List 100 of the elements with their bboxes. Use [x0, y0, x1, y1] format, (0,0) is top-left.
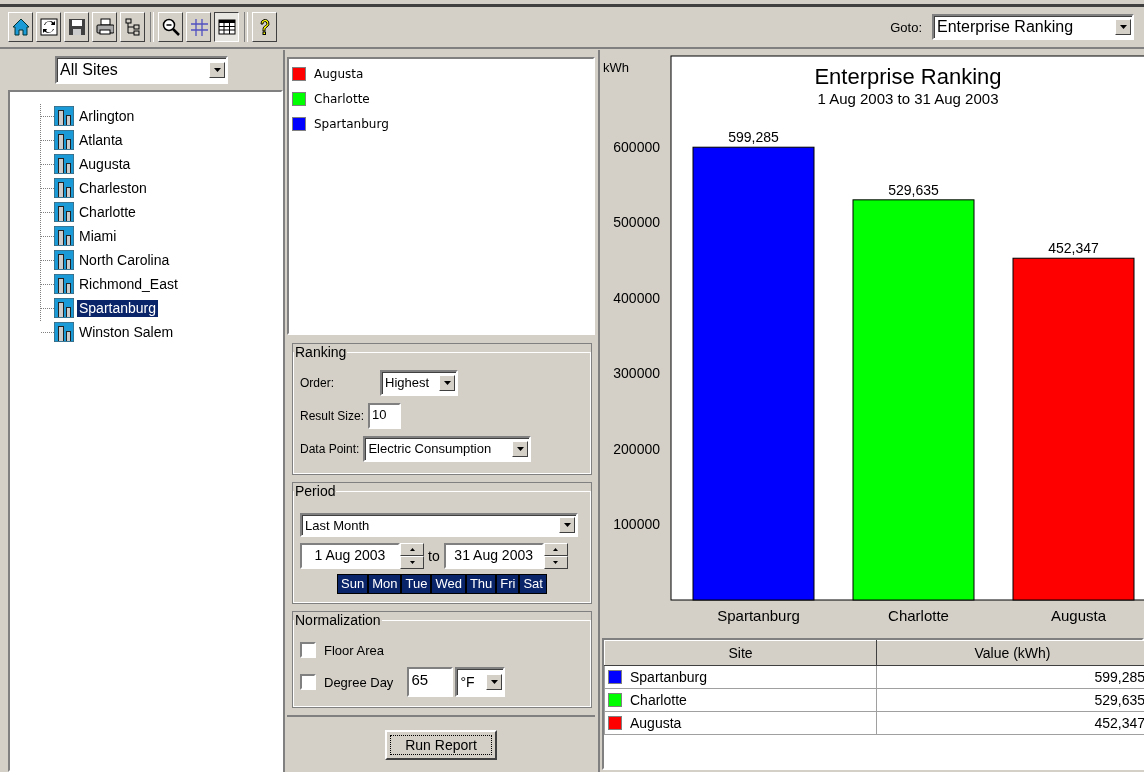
group-title: Ranking — [294, 344, 348, 360]
column-header[interactable]: Value (kWh) — [876, 640, 1144, 666]
table-icon — [217, 18, 236, 36]
spin-button[interactable] — [543, 543, 568, 569]
weekday-toggle[interactable]: Mon — [368, 574, 402, 594]
tick-label: 300000 — [613, 365, 660, 382]
category-label: Augusta — [1051, 607, 1106, 624]
tree-item[interactable]: Richmond_East — [77, 275, 180, 293]
table-cell: Spartanburg — [630, 669, 708, 685]
tree-item[interactable]: Augusta — [77, 155, 133, 173]
tree-item[interactable]: Charlotte — [77, 203, 138, 221]
tree-item[interactable]: North Carolina — [77, 251, 172, 269]
date-field[interactable]: 31 Aug 2003 — [443, 543, 544, 569]
building-icon — [54, 178, 74, 198]
building-icon — [54, 130, 74, 150]
building-icon — [54, 106, 74, 126]
toolbar-button[interactable] — [214, 12, 239, 42]
table-cell: Augusta — [630, 715, 682, 731]
data-label: 452,347 — [1048, 240, 1099, 257]
dropdown-button[interactable] — [486, 674, 503, 690]
group-title: Period — [294, 483, 337, 499]
legend-label: Charlotte — [314, 91, 370, 106]
home-icon — [11, 18, 30, 36]
tree-item[interactable]: Arlington — [77, 107, 137, 125]
column-header[interactable]: Site — [604, 640, 877, 666]
tree-item[interactable]: Charleston — [77, 179, 149, 197]
tree-item[interactable]: Atlanta — [77, 131, 125, 149]
grid-icon — [189, 18, 208, 36]
down-arrow-icon — [553, 561, 559, 564]
field-label: Order: — [300, 375, 335, 390]
category-label: Charlotte — [888, 607, 949, 624]
dropdown-button[interactable] — [559, 517, 575, 533]
tick-label: 500000 — [613, 214, 660, 231]
dropdown-button[interactable] — [209, 62, 225, 78]
tree-item[interactable]: Spartanburg — [77, 299, 159, 317]
checkbox-label: Floor Area — [324, 642, 384, 658]
group-title: Normalization — [294, 612, 382, 628]
input-field[interactable]: 65 — [407, 667, 454, 697]
refresh-icon — [39, 18, 58, 36]
weekday-toggle[interactable]: Wed — [431, 574, 466, 594]
table-cell: Charlotte — [630, 692, 687, 708]
checkbox[interactable] — [300, 642, 316, 658]
axis-label: kWh — [603, 60, 629, 75]
checkbox-label: Degree Day — [324, 674, 394, 690]
building-icon — [54, 274, 74, 294]
tick-label: 200000 — [613, 440, 660, 457]
weekday-toggle[interactable]: Fri — [496, 574, 520, 594]
up-arrow-icon — [409, 548, 415, 551]
down-arrow-icon — [409, 561, 415, 564]
tree-icon — [123, 18, 142, 36]
dropdown[interactable]: Highest — [380, 369, 458, 396]
tick-label: 100000 — [613, 516, 660, 533]
weekday-toggle[interactable]: Thu — [465, 574, 497, 594]
category-label: Spartanburg — [717, 607, 800, 624]
checkbox[interactable] — [300, 674, 316, 690]
dropdown-button[interactable] — [512, 440, 529, 457]
caret-icon — [1119, 25, 1127, 29]
weekday-toggle[interactable]: Tue — [401, 574, 432, 594]
zoom-out-icon — [161, 18, 180, 36]
legend-label: Spartanburg — [314, 116, 389, 131]
save-icon — [67, 18, 86, 36]
caret-icon — [490, 680, 498, 684]
input-field[interactable]: 10 — [368, 402, 402, 429]
weekday-toggle[interactable]: Sat — [519, 574, 547, 594]
building-icon — [54, 250, 74, 270]
tick-label: 600000 — [613, 138, 660, 155]
chart-title: Enterprise Ranking — [814, 64, 1002, 89]
field-label: Data Point: — [300, 441, 360, 456]
field-label: Result Size: — [300, 408, 365, 423]
run-report-button[interactable]: Run Report — [385, 729, 497, 760]
date-field[interactable]: 1 Aug 2003 — [300, 543, 400, 569]
dropdown-button[interactable] — [439, 374, 455, 391]
spin-button[interactable] — [400, 543, 424, 569]
to-label: to — [428, 548, 440, 564]
chart-subtitle: 1 Aug 2003 to 31 Aug 2003 — [817, 90, 999, 107]
tick-label: 400000 — [613, 289, 660, 306]
weekday-toggle[interactable]: Sun — [337, 574, 369, 594]
unit-dropdown[interactable]: °F — [455, 667, 506, 697]
site-filter-dropdown[interactable]: All Sites — [55, 56, 228, 84]
tree-item[interactable]: Winston Salem — [77, 323, 176, 341]
legend-label: Augusta — [314, 66, 364, 81]
up-arrow-icon — [553, 548, 559, 551]
period-dropdown[interactable]: Last Month — [300, 513, 578, 537]
caret-icon — [563, 523, 571, 527]
building-icon — [54, 226, 74, 246]
dropdown-button[interactable] — [1115, 19, 1131, 35]
building-icon — [54, 298, 74, 318]
caret-icon — [443, 380, 451, 385]
goto-dropdown[interactable]: Enterprise Ranking — [932, 14, 1134, 40]
building-icon — [54, 322, 74, 342]
goto-label: Goto: — [890, 19, 922, 35]
data-label: 599,285 — [728, 129, 779, 146]
caret-icon — [213, 68, 221, 72]
tree-item[interactable]: Miami — [77, 227, 119, 245]
printer-icon — [95, 18, 114, 36]
dropdown[interactable]: Electric Consumption — [363, 435, 532, 462]
caret-icon — [516, 446, 524, 451]
building-icon — [54, 154, 74, 174]
data-label: 529,635 — [888, 181, 939, 198]
building-icon — [54, 202, 74, 222]
